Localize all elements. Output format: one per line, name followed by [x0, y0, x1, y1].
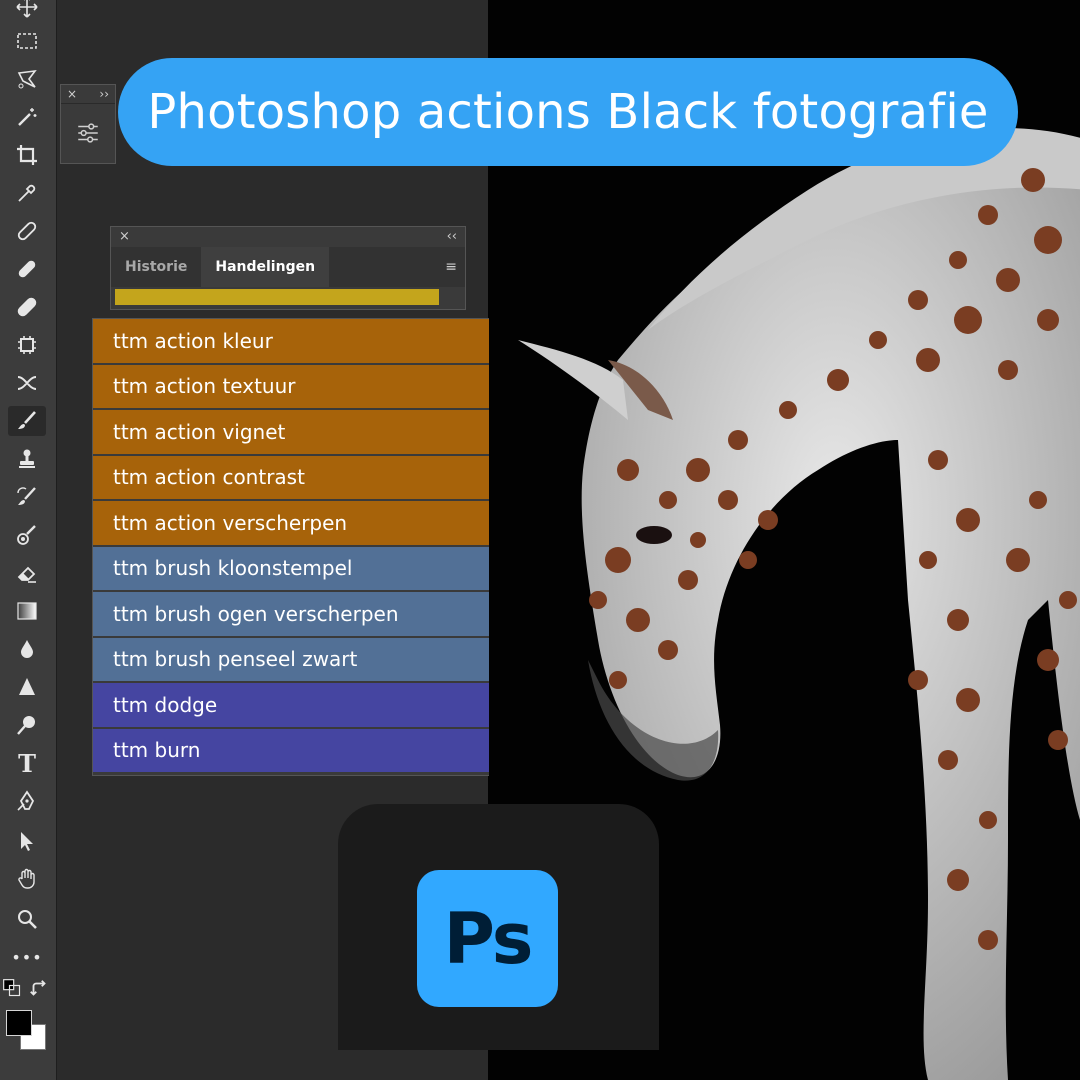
action-row[interactable]: ttm action contrast [93, 455, 489, 499]
red-eye-icon[interactable] [8, 368, 46, 398]
adjustments-mini-panel: × ›› [60, 84, 116, 164]
eraser-icon[interactable] [8, 558, 46, 588]
action-label: ttm brush penseel zwart [113, 647, 358, 672]
partial-action-row[interactable] [115, 289, 439, 305]
default-colors-icon[interactable] [2, 978, 22, 998]
action-label: ttm dodge [113, 692, 218, 717]
action-label: ttm brush kloonstempel [113, 556, 353, 581]
path-selection-icon[interactable] [8, 826, 46, 856]
action-label: ttm burn [113, 738, 201, 763]
patch-icon[interactable] [8, 292, 46, 322]
action-row[interactable]: ttm action textuur [93, 364, 489, 408]
clone-stamp-icon[interactable] [8, 444, 46, 474]
spot-healing-icon[interactable] [8, 216, 46, 246]
action-row[interactable]: ttm brush penseel zwart [93, 637, 489, 681]
action-label: ttm action verscherpen [113, 510, 348, 535]
panel-collapse-icon[interactable]: ‹‹ [447, 227, 457, 245]
type-icon[interactable]: T [8, 748, 46, 778]
content-aware-icon[interactable] [8, 330, 46, 360]
action-row[interactable]: ttm brush ogen verscherpen [93, 592, 489, 636]
more-icon[interactable]: ••• [8, 942, 46, 972]
actions-list: ttm action kleur ttm action textuur ttm … [92, 318, 489, 776]
title-text: Photoshop actions Black fotografie [147, 84, 989, 140]
action-row[interactable]: ttm dodge [93, 683, 489, 727]
dodge-icon[interactable] [8, 710, 46, 740]
photoshop-logo: Ps [417, 870, 558, 1007]
crop-icon[interactable] [8, 140, 46, 170]
tools-toolbar: T ••• [0, 0, 57, 1080]
pen-icon[interactable] [8, 786, 46, 816]
panel-close-icon[interactable]: × [119, 227, 130, 245]
blur-icon[interactable] [8, 634, 46, 664]
brush-icon[interactable] [8, 406, 46, 436]
swap-colors-icon[interactable] [28, 978, 50, 1000]
photoshop-logo-text: Ps [443, 897, 534, 980]
mixer-brush-icon[interactable] [8, 520, 46, 550]
eyedropper-icon[interactable] [8, 178, 46, 208]
action-row[interactable]: ttm burn [93, 728, 489, 772]
marquee-icon[interactable] [8, 26, 46, 56]
hand-icon[interactable] [8, 864, 46, 894]
tab-handelingen[interactable]: Handelingen [201, 247, 330, 287]
move-icon[interactable] [8, 0, 46, 22]
mini-panel-close-icon[interactable]: × [67, 85, 77, 103]
actions-panel: × ‹‹ Historie Handelingen ≡ [110, 226, 466, 310]
sharpen-icon[interactable] [8, 672, 46, 702]
tab-historie[interactable]: Historie [111, 247, 201, 287]
panel-tabs: Historie Handelingen ≡ [111, 247, 465, 287]
action-row[interactable]: ttm action kleur [93, 319, 489, 363]
action-row[interactable]: ttm action vignet [93, 410, 489, 454]
action-label: ttm action textuur [113, 374, 296, 399]
title-banner: Photoshop actions Black fotografie [118, 58, 1018, 166]
panel-menu-icon[interactable]: ≡ [445, 259, 457, 275]
gradient-icon[interactable] [8, 596, 46, 626]
action-label: ttm brush ogen verscherpen [113, 601, 399, 626]
action-label: ttm action contrast [113, 465, 305, 490]
magic-wand-icon[interactable] [8, 102, 46, 132]
healing-brush-icon[interactable] [8, 254, 46, 284]
lasso-icon[interactable] [8, 64, 46, 94]
action-label: ttm action kleur [113, 328, 273, 353]
zoom-icon[interactable] [8, 904, 46, 934]
foreground-color-swatch[interactable] [6, 1010, 32, 1036]
history-brush-icon[interactable] [8, 482, 46, 512]
action-row[interactable]: ttm brush kloonstempel [93, 546, 489, 590]
mini-panel-expand-icon[interactable]: ›› [99, 85, 109, 103]
sliders-icon[interactable] [61, 103, 115, 162]
action-row[interactable]: ttm action verscherpen [93, 501, 489, 545]
action-label: ttm action vignet [113, 419, 286, 444]
